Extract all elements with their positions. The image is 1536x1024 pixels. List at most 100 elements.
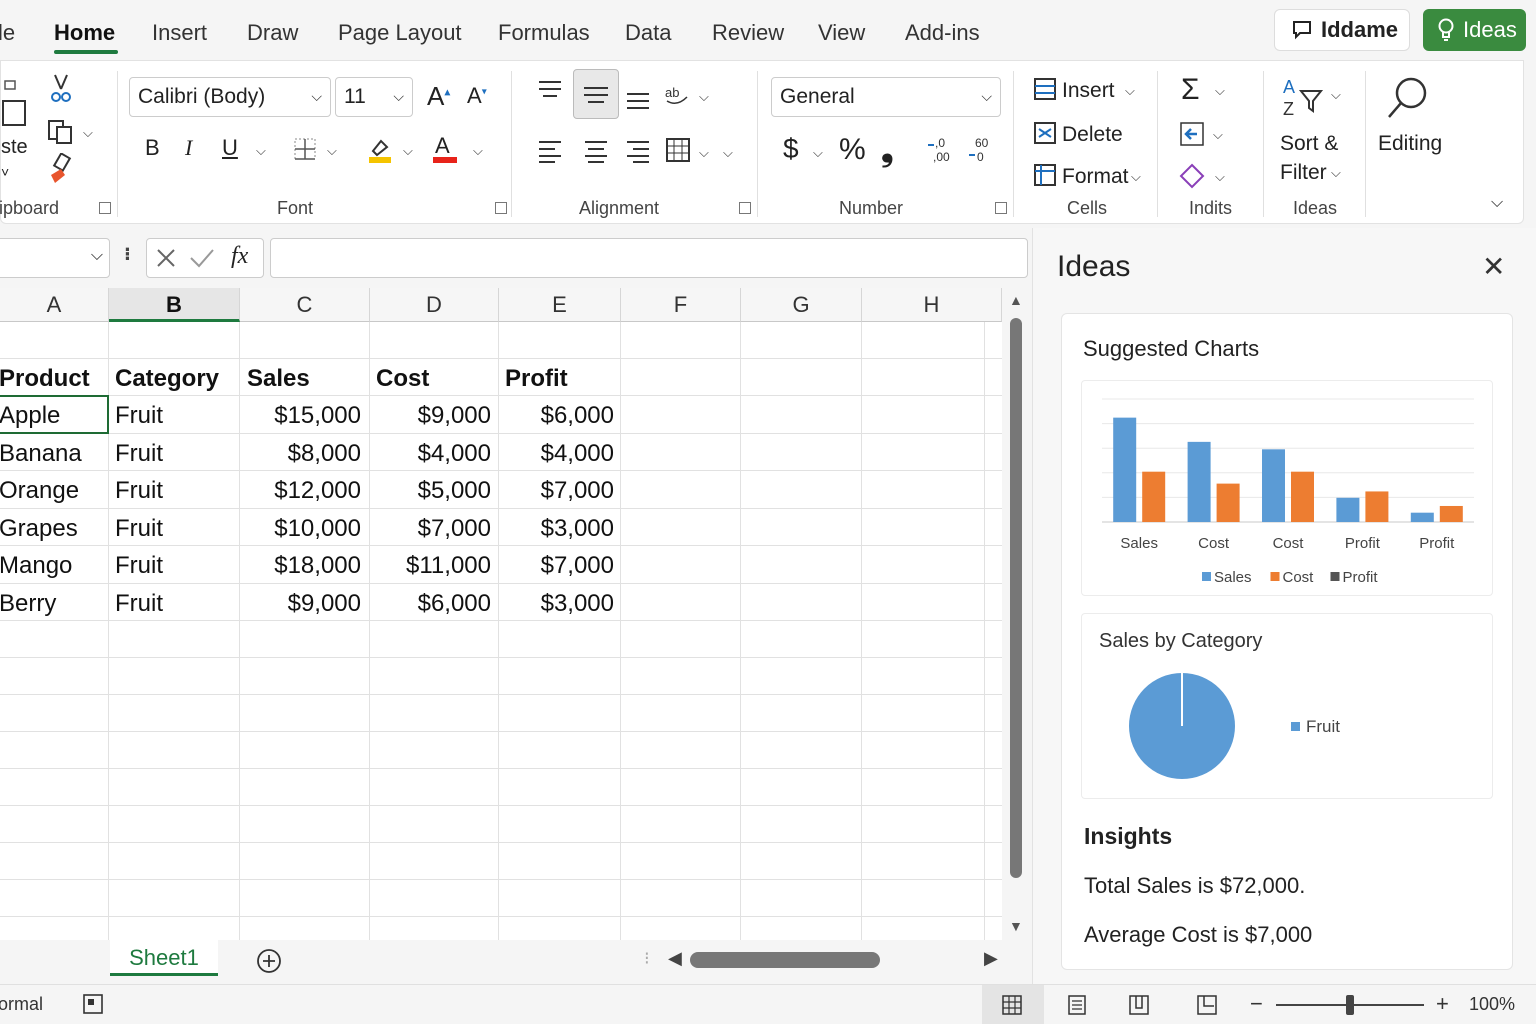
orientation-chevron-icon[interactable]: ⌵ <box>699 89 709 105</box>
table-cell[interactable]: $15,000 <box>240 397 361 434</box>
column-header-c[interactable]: C <box>240 288 370 322</box>
tab-file[interactable]: le <box>0 20 15 46</box>
table-cell[interactable]: $3,000 <box>499 585 614 622</box>
table-header-profit[interactable]: Profit <box>505 360 568 397</box>
table-cell[interactable]: Fruit <box>115 397 163 434</box>
cut-icon[interactable] <box>49 73 73 105</box>
table-cell[interactable]: Fruit <box>115 585 163 622</box>
tab-home[interactable]: Home <box>54 20 115 46</box>
delete-cells-icon[interactable] <box>1033 121 1057 145</box>
formula-input[interactable] <box>270 238 1028 278</box>
page-layout-view-icon[interactable] <box>1066 994 1088 1016</box>
cancel-icon[interactable] <box>155 247 177 269</box>
table-cell[interactable]: $9,000 <box>240 585 361 622</box>
delete-cells-button[interactable]: Delete <box>1062 124 1123 145</box>
font-launcher-icon[interactable] <box>495 202 507 214</box>
table-cell[interactable]: $6,000 <box>499 397 614 434</box>
table-cell[interactable]: $4,000 <box>370 435 491 472</box>
merge-center-icon[interactable] <box>665 137 691 163</box>
column-header-g[interactable]: G <box>741 288 862 322</box>
fill-icon[interactable] <box>1179 121 1205 147</box>
underline-chevron-icon[interactable]: ⌵ <box>256 143 266 159</box>
orientation-icon[interactable]: ab <box>663 81 691 107</box>
paste-icon[interactable] <box>1 79 31 129</box>
table-cell[interactable]: $8,000 <box>240 435 361 472</box>
table-cell[interactable]: Grapes <box>0 510 78 547</box>
align-right-icon[interactable] <box>625 139 651 163</box>
decrease-decimal-icon[interactable]: 600 <box>967 135 995 163</box>
scroll-up-icon[interactable]: ▲ <box>1009 292 1023 308</box>
tab-data[interactable]: Data <box>625 20 671 46</box>
zoom-slider-thumb[interactable] <box>1346 995 1354 1015</box>
custom-view-icon[interactable] <box>1196 994 1218 1016</box>
tab-formulas[interactable]: Formulas <box>498 20 590 46</box>
scroll-right-icon[interactable]: ▶ <box>984 948 998 969</box>
scroll-left-icon[interactable]: ◀ <box>668 948 682 969</box>
table-cell[interactable]: Fruit <box>115 472 163 509</box>
tab-review[interactable]: Review <box>712 20 784 46</box>
percent-icon[interactable]: % <box>839 135 866 165</box>
underline-icon[interactable]: U <box>222 137 238 159</box>
table-cell[interactable]: $9,000 <box>370 397 491 434</box>
clipboard-launcher-icon[interactable] <box>99 202 111 214</box>
borders-icon[interactable] <box>293 137 317 161</box>
search-icon[interactable] <box>1385 75 1431 121</box>
number-format-dropdown[interactable]: General ⌵ <box>771 77 1001 117</box>
tab-draw[interactable]: Draw <box>247 20 298 46</box>
sheet-tab-sheet1[interactable]: Sheet1 <box>110 940 218 976</box>
active-cell-selection[interactable] <box>0 395 109 434</box>
copy-chevron-icon[interactable]: ⌵ <box>83 125 93 141</box>
format-cells-button[interactable]: Format <box>1062 166 1129 187</box>
table-cell[interactable]: Mango <box>0 547 72 584</box>
table-cell[interactable]: $3,000 <box>499 510 614 547</box>
decrease-font-size-icon[interactable]: A▾ <box>467 85 487 107</box>
insert-cells-button[interactable]: Insert <box>1062 80 1115 101</box>
insert-cells-icon[interactable] <box>1033 77 1057 101</box>
tab-add-ins[interactable]: Add-ins <box>905 20 980 46</box>
fill-chevron-icon[interactable]: ⌵ <box>1213 127 1223 143</box>
middle-align-button[interactable] <box>573 69 619 119</box>
page-break-view-icon[interactable] <box>1128 994 1150 1016</box>
table-cell[interactable]: $7,000 <box>499 547 614 584</box>
table-cell[interactable]: $10,000 <box>240 510 361 547</box>
increase-decimal-icon[interactable]: ,0,00 <box>927 135 955 163</box>
table-cell[interactable]: Berry <box>0 585 56 622</box>
scroll-down-icon[interactable]: ▼ <box>1009 918 1023 934</box>
copy-icon[interactable] <box>47 119 75 145</box>
sort-filter-label-2[interactable]: Filter <box>1280 162 1327 183</box>
increase-font-size-icon[interactable]: A▴ <box>427 83 450 109</box>
column-header-d[interactable]: D <box>370 288 499 322</box>
suggested-bar-chart[interactable]: Sales Cost Cost Profit Profit Sales Cost Profit <box>1081 380 1493 596</box>
name-box[interactable]: ⌵ <box>0 238 110 278</box>
table-header-sales[interactable]: Sales <box>247 360 310 397</box>
table-header-category[interactable]: Category <box>115 360 219 397</box>
font-color-icon[interactable]: A <box>431 133 459 165</box>
zoom-level[interactable]: 100% <box>1469 994 1515 1015</box>
font-name-dropdown[interactable]: Calibri (Body) ⌵ <box>129 77 331 117</box>
table-cell[interactable]: $7,000 <box>370 510 491 547</box>
bottom-align-icon[interactable] <box>625 89 651 111</box>
table-cell[interactable]: Fruit <box>115 435 163 472</box>
collapse-ribbon-icon[interactable]: ⌵ <box>1491 195 1503 211</box>
number-launcher-icon[interactable] <box>995 202 1007 214</box>
autosum-chevron-icon[interactable]: ⌵ <box>1215 83 1225 99</box>
sort-filter-icon[interactable]: AZ <box>1281 75 1325 119</box>
vertical-scroll-thumb[interactable] <box>1010 318 1022 878</box>
table-cell[interactable]: $4,000 <box>499 435 614 472</box>
normal-view-button[interactable] <box>982 985 1044 1024</box>
clear-icon[interactable] <box>1179 163 1205 189</box>
table-header-cost[interactable]: Cost <box>376 360 429 397</box>
italic-icon[interactable]: I <box>185 137 192 159</box>
add-sheet-icon[interactable] <box>256 948 282 974</box>
worksheet-grid[interactable]: A B C D E F G H Product Category Sales C… <box>0 288 1002 940</box>
merge-chevron-icon[interactable]: ⌵ <box>699 145 709 161</box>
borders-chevron-icon[interactable]: ⌵ <box>327 143 337 159</box>
wrap-chevron-icon[interactable]: ⌵ <box>723 145 733 161</box>
bold-icon[interactable]: B <box>145 137 160 159</box>
table-cell[interactable]: Fruit <box>115 547 163 584</box>
ideas-button[interactable]: Ideas <box>1423 9 1526 51</box>
zoom-out-icon[interactable]: − <box>1250 991 1263 1017</box>
top-align-icon[interactable] <box>537 79 563 101</box>
format-chevron-icon[interactable]: ⌵ <box>1131 169 1141 185</box>
font-color-chevron-icon[interactable]: ⌵ <box>473 143 483 159</box>
